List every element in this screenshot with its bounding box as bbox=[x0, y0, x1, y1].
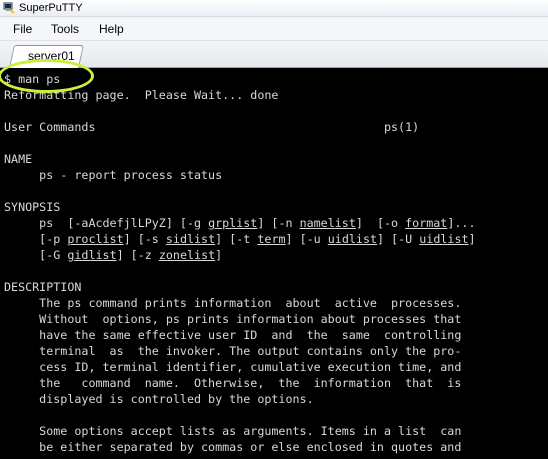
terminal-underlined-term: namelist bbox=[299, 216, 356, 230]
terminal-text-segment: terminal as the invoker. The output cont… bbox=[4, 344, 462, 358]
terminal-text-segment: ps - report process status bbox=[4, 168, 223, 182]
terminal-text-segment: ] bbox=[468, 232, 476, 246]
terminal-line: Reformatting page. Please Wait... done bbox=[4, 87, 476, 103]
terminal-text-segment: Without options, ps prints information a… bbox=[4, 312, 462, 326]
terminal-line: ps - report process status bbox=[4, 167, 476, 183]
terminal-underlined-term: proclist bbox=[67, 232, 124, 246]
terminal-line: Some options accept lists as arguments. … bbox=[4, 423, 476, 439]
terminal-text-segment: Reformatting page. Please Wait... done bbox=[4, 88, 279, 102]
terminal-underlined-term: format bbox=[405, 216, 448, 230]
terminal-text-segment: ] [-t bbox=[215, 232, 258, 246]
terminal-text-segment: ] [-s bbox=[123, 232, 166, 246]
terminal-text-segment: DESCRIPTION bbox=[4, 280, 82, 294]
terminal-output: $ man ps Reformatting page. Please Wait..… bbox=[4, 71, 476, 455]
title-bar[interactable]: SuperPuTTY bbox=[0, 0, 548, 17]
terminal-line: [-p proclist] [-s sidlist] [-t term] [-u… bbox=[4, 231, 476, 247]
terminal-text-segment: cess ID, terminal identifier, cumulative… bbox=[4, 360, 462, 374]
terminal-underlined-term: uidlist bbox=[419, 232, 469, 246]
menu-help[interactable]: Help bbox=[97, 21, 126, 37]
terminal-text-segment: The ps command prints information about … bbox=[4, 296, 462, 310]
terminal-text-segment: ] [-n bbox=[257, 216, 300, 230]
tab-server01-label[interactable]: server01 bbox=[28, 49, 75, 63]
terminal-text-segment: [-G bbox=[4, 248, 68, 262]
terminal-underlined-term: grplist bbox=[208, 216, 258, 230]
terminal-text-segment: [-p bbox=[4, 232, 68, 246]
terminal-line: Without options, ps prints information a… bbox=[4, 311, 476, 327]
terminal-line: [-G gidlist] [-z zonelist] bbox=[4, 247, 476, 263]
terminal-line: User Commands ps(1) bbox=[4, 119, 476, 135]
terminal-line: DESCRIPTION bbox=[4, 279, 476, 295]
terminal-text-segment: $ man ps bbox=[4, 72, 61, 86]
terminal-text-segment: have the same effective user ID and the … bbox=[4, 328, 462, 342]
terminal-text-segment: ] [-z bbox=[116, 248, 159, 262]
terminal-text-segment: NAME bbox=[4, 152, 33, 166]
window-title: SuperPuTTY bbox=[19, 2, 83, 14]
tab-strip: server01 bbox=[0, 40, 548, 68]
putty-app-icon bbox=[3, 2, 15, 14]
terminal-text-segment: ]... bbox=[447, 216, 476, 230]
terminal-underlined-term: sidlist bbox=[165, 232, 216, 246]
superputty-window: SuperPuTTY File Tools Help server01 $ ma… bbox=[0, 0, 548, 459]
terminal-text-segment: User Commands ps(1) bbox=[4, 120, 420, 134]
terminal-text-segment: the command name. Otherwise, the informa… bbox=[4, 376, 462, 390]
menu-tools[interactable]: Tools bbox=[49, 21, 81, 37]
terminal-line: the command name. Otherwise, the informa… bbox=[4, 375, 476, 391]
terminal-text-segment: Some options accept lists as arguments. … bbox=[4, 424, 462, 438]
terminal-line: $ man ps bbox=[4, 71, 476, 87]
terminal-underlined-term: zonelist bbox=[158, 248, 216, 262]
terminal-line: The ps command prints information about … bbox=[4, 295, 476, 311]
terminal-line: ps [-aAcdefjlLPyZ] [-g grplist] [-n name… bbox=[4, 215, 476, 231]
terminal-line: displayed is controlled by the options. bbox=[4, 391, 476, 407]
terminal-pane[interactable]: $ man ps Reformatting page. Please Wait..… bbox=[0, 68, 548, 459]
terminal-text-segment: SYNOPSIS bbox=[4, 200, 61, 214]
terminal-underlined-term: term bbox=[257, 232, 286, 246]
terminal-line: cess ID, terminal identifier, cumulative… bbox=[4, 359, 476, 375]
terminal-underlined-term: uidlist bbox=[327, 232, 378, 246]
terminal-line: NAME bbox=[4, 151, 476, 167]
terminal-line: have the same effective user ID and the … bbox=[4, 327, 476, 343]
terminal-text-segment: ] bbox=[215, 248, 223, 262]
terminal-line: terminal as the invoker. The output cont… bbox=[4, 343, 476, 359]
terminal-text-segment: be either separated by commas or else en… bbox=[4, 440, 462, 454]
menu-bar: File Tools Help bbox=[0, 18, 548, 40]
terminal-text-segment: displayed is controlled by the options. bbox=[4, 392, 314, 406]
menu-file[interactable]: File bbox=[11, 21, 34, 37]
terminal-line: SYNOPSIS bbox=[4, 199, 476, 215]
terminal-text-segment: ps [-aAcdefjlLPyZ] [-g bbox=[4, 216, 209, 230]
terminal-line: be either separated by commas or else en… bbox=[4, 439, 476, 455]
terminal-underlined-term: gidlist bbox=[67, 248, 117, 262]
terminal-text-segment: ] [-U bbox=[377, 232, 420, 246]
terminal-text-segment: ] [-o bbox=[355, 216, 406, 230]
terminal-text-segment: ] [-u bbox=[285, 232, 328, 246]
